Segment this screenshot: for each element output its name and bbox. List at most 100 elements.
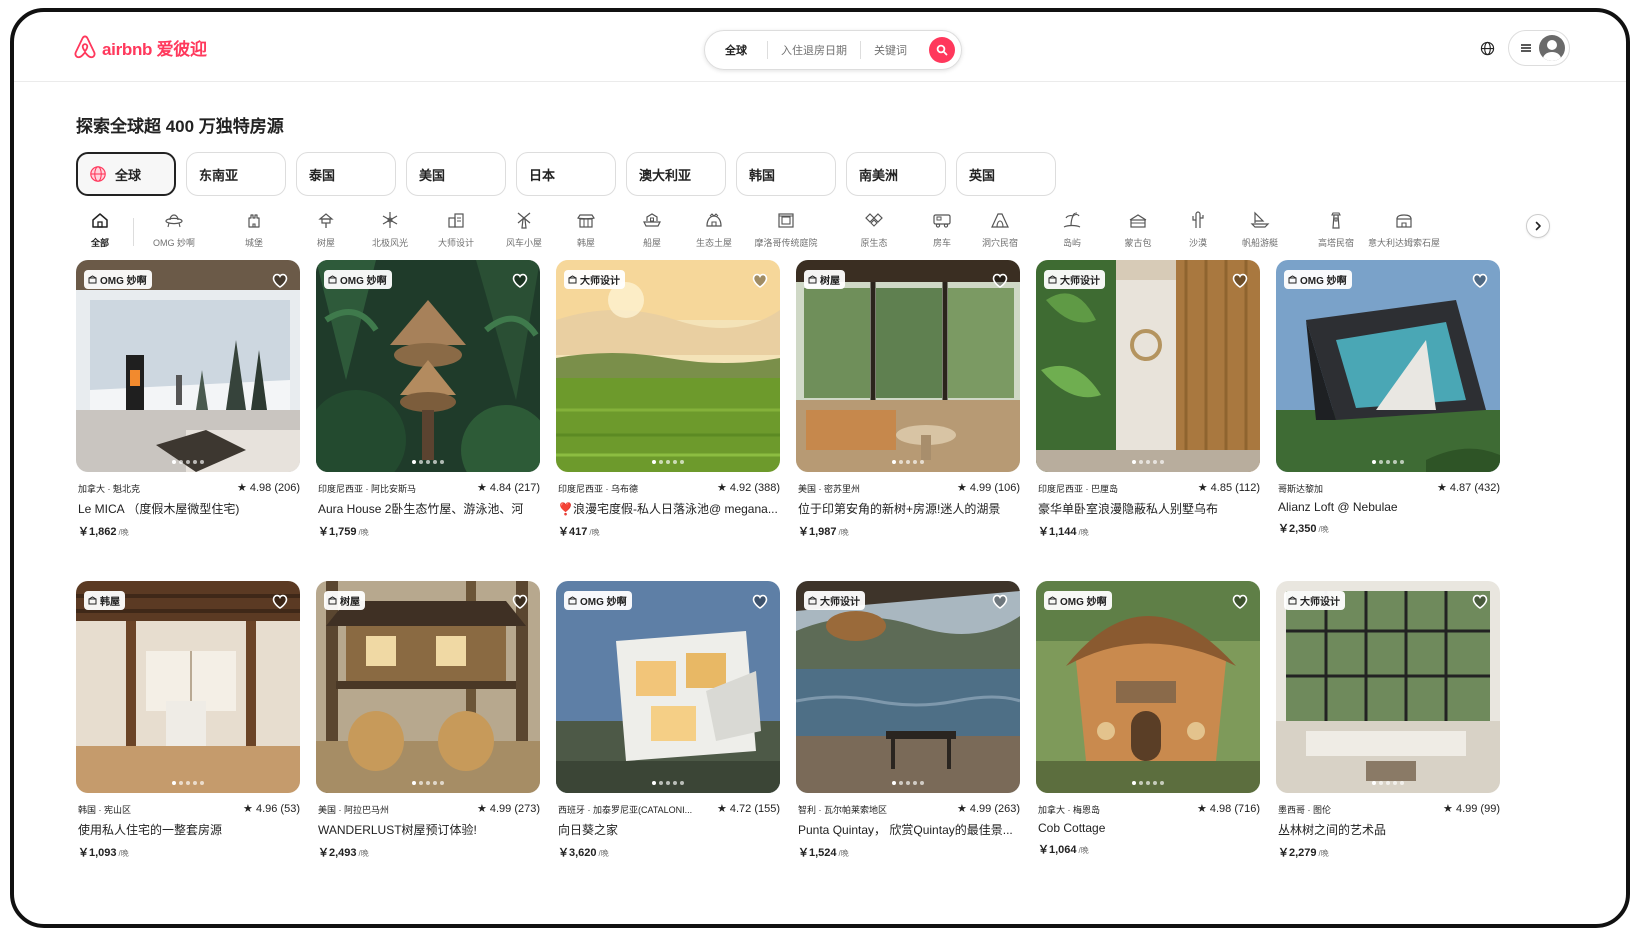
category-label: 韩屋 [576,238,595,248]
listing-image [1276,260,1500,472]
listing-card[interactable]: 大师设计 印度尼西亚 · 乌布德 ★ 4.92 (388) ❣️浪漫宅度假-私人日落泳… [556,260,780,539]
region-chip[interactable]: 南美洲 [846,152,946,196]
heart-icon[interactable] [510,270,530,290]
category-badge: 大师设计 [804,591,865,610]
search-where[interactable]: 全球 [705,42,767,58]
search-bar[interactable]: 全球 入住退房日期 关键词 [704,30,962,70]
listing-title[interactable]: WANDERLUST树屋预订体验! [316,821,540,838]
listing-card[interactable]: 树屋 美国 · 阿拉巴马州 ★ 4.99 (273) WANDERLUST树屋预订体验… [316,581,540,860]
listing-photo[interactable]: 大师设计 [796,581,1020,793]
heart-icon[interactable] [750,591,770,611]
category-treehouse[interactable]: 树屋 [316,210,336,264]
heart-icon[interactable] [1470,270,1490,290]
listing-photo[interactable]: OMG 妙啊 [1036,581,1260,793]
listing-title[interactable]: Alianz Loft @ Nebulae [1276,500,1500,514]
listing-card[interactable]: OMG 妙啊 加拿大 · 梅恩岛 ★ 4.98 (716) Cob Cottage ￥1… [1036,581,1260,857]
listing-title[interactable]: 位于印第安角的新树+房源!迷人的湖景 [796,500,1020,517]
category-label: 沙漠 [1188,238,1207,248]
heart-icon[interactable] [1470,591,1490,611]
listing-card[interactable]: 大师设计 印度尼西亚 · 巴厘岛 ★ 4.85 (112) 豪华单卧室浪漫隐蔽私人别墅… [1036,260,1260,539]
heart-icon[interactable] [1230,270,1250,290]
region-chip[interactable]: 东南亚 [186,152,286,196]
listing-title[interactable]: 向日葵之家 [556,821,780,838]
heart-icon[interactable] [510,591,530,611]
listing-card[interactable]: 大师设计 墨西哥 · 图伦 ★ 4.99 (99) 丛林树之间的艺术品 ￥2,279/晚 [1276,581,1500,860]
heart-icon[interactable] [270,270,290,290]
region-chip[interactable]: 美国 [406,152,506,196]
category-ufo[interactable]: OMG 妙啊 [153,210,195,264]
listing-title[interactable]: Punta Quintay， 欣赏Quintay的最佳景... [796,821,1020,838]
listing-photo[interactable]: 大师设计 [1276,581,1500,793]
listing-card[interactable]: 韩屋 韩国 · 宪山区 ★ 4.96 (53) 使用私人住宅的一整套房源 ￥1,093/… [76,581,300,860]
category-divider [133,218,134,246]
category-boat[interactable]: 帆船游艇 [1242,210,1278,264]
category-hanok[interactable]: 韩屋 [576,210,596,264]
region-chip[interactable]: 澳大利亚 [626,152,726,196]
listing-location: 韩国 · 宪山区 [78,805,131,815]
heart-icon[interactable] [750,270,770,290]
category-cave[interactable]: 洞穴民宿 [982,210,1018,264]
search-keyword[interactable]: 关键词 [861,42,920,58]
category-badge-icon [1048,275,1057,284]
category-badge: 大师设计 [1044,270,1105,289]
listing-card[interactable]: 大师设计 智利 · 瓦尔帕莱索地区 ★ 4.99 (263) Punta Quinta… [796,581,1020,860]
category-island[interactable]: 岛屿 [1062,210,1082,264]
category-tower[interactable]: 高塔民宿 [1318,210,1354,264]
categories-next-button[interactable] [1526,214,1550,238]
listing-photo[interactable]: OMG 妙啊 [1276,260,1500,472]
listing-card[interactable]: OMG 妙啊 加拿大 · 魁北克 ★ 4.98 (206) Le MICA （度假木屋… [76,260,300,539]
listing-photo[interactable]: 大师设计 [1036,260,1260,472]
category-camper[interactable]: 房车 [932,210,952,264]
category-riad[interactable]: 摩洛哥传统庭院 [755,210,818,264]
category-earth-home[interactable]: 生态土屋 [696,210,732,264]
user-menu-button[interactable] [1508,30,1570,66]
search-dates[interactable]: 入住退房日期 [768,42,860,58]
category-snowflake[interactable]: 北极风光 [372,210,408,264]
heart-icon[interactable] [1230,591,1250,611]
listing-title[interactable]: ❣️浪漫宅度假-私人日落泳池@ megana... [556,500,780,517]
listing-title[interactable]: 使用私人住宅的一整套房源 [76,821,300,838]
listing-card[interactable]: OMG 妙啊 哥斯达黎加 ★ 4.87 (432) Alianz Loft @ Neb… [1276,260,1500,536]
heart-icon[interactable] [270,591,290,611]
language-button[interactable] [1476,37,1498,59]
category-off-grid[interactable]: 原生态 [861,210,888,264]
listing-title[interactable]: Le MICA （度假木屋微型住宅) [76,500,300,517]
listing-price-row: ￥1,524/晚 [796,844,1020,860]
listing-photo[interactable]: OMG 妙啊 [316,260,540,472]
listing-title[interactable]: 丛林树之间的艺术品 [1276,821,1500,838]
listing-card[interactable]: 树屋 美国 · 密苏里州 ★ 4.99 (106) 位于印第安角的新树+房源!迷人的湖… [796,260,1020,539]
search-button[interactable] [929,37,955,63]
listing-photo[interactable]: 大师设计 [556,260,780,472]
heart-icon[interactable] [990,270,1010,290]
listing-title[interactable]: Aura House 2卧生态竹屋、游泳池、河 [316,500,540,517]
region-chip[interactable]: 泰国 [296,152,396,196]
category-houseboat[interactable]: 船屋 [642,210,662,264]
listing-photo[interactable]: 韩屋 [76,581,300,793]
price-unit: /晚 [1078,528,1089,537]
listing-title[interactable]: 豪华单卧室浪漫隐蔽私人别墅乌布 [1036,500,1260,517]
category-castle[interactable]: 城堡 [244,210,264,264]
region-chip[interactable]: 英国 [956,152,1056,196]
listing-card[interactable]: OMG 妙啊 西班牙 · 加泰罗尼亚(CATALONI... ★ 4.72 (155… [556,581,780,860]
category-badge-label: 树屋 [820,276,840,287]
listing-photo[interactable]: OMG 妙啊 [76,260,300,472]
listing-photo[interactable]: 树屋 [316,581,540,793]
houseboat-icon [643,213,661,227]
listing-photo[interactable]: 树屋 [796,260,1020,472]
region-chip[interactable]: 日本 [516,152,616,196]
listing-meta: 墨西哥 · 图伦 ★ 4.99 (99) [1276,802,1500,816]
category-dammuso[interactable]: 意大利达姆索石屋 [1368,210,1440,264]
listing-card[interactable]: OMG 妙啊 印度尼西亚 · 阿比安斯马 ★ 4.84 (217) Aura Hous… [316,260,540,539]
region-chip[interactable]: 韩国 [736,152,836,196]
airbnb-logo[interactable]: airbnb 爱彼迎 [72,33,207,61]
category-home[interactable]: 全部 [90,210,110,264]
listing-photo[interactable]: OMG 妙啊 [556,581,780,793]
listing-title[interactable]: Cob Cottage [1036,821,1260,835]
category-windmill[interactable]: 风车小屋 [506,210,542,264]
category-cactus[interactable]: 沙漠 [1188,210,1208,264]
category-design[interactable]: 大师设计 [438,210,474,264]
listing-price: ￥2,350 [1278,523,1317,535]
region-chip[interactable]: 全球 [76,152,176,196]
heart-icon[interactable] [990,591,1010,611]
category-yurt[interactable]: 蒙古包 [1125,210,1152,264]
